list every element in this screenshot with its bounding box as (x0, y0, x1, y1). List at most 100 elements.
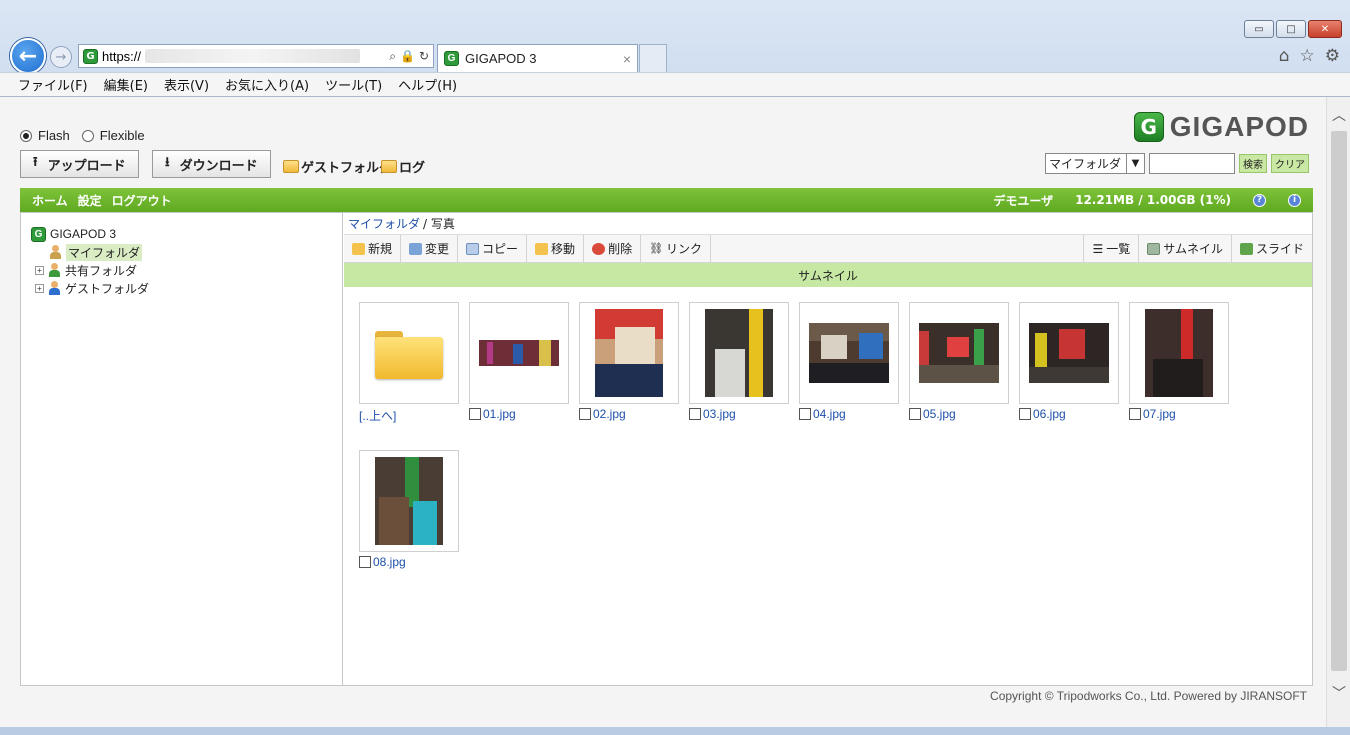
browser-toolbar-icons: ⌂ ☆ ⚙ (1279, 46, 1340, 66)
file-checkbox[interactable] (1129, 408, 1141, 420)
download-button[interactable]: ⭳ ダウンロード (152, 150, 271, 178)
file-checkbox[interactable] (469, 408, 481, 420)
lock-icon[interactable]: 🔒 (400, 49, 415, 64)
tree-item-my-folder[interactable]: マイフォルダ (31, 243, 342, 261)
home-icon[interactable]: ⌂ (1279, 46, 1290, 66)
menu-tools[interactable]: ツール(T) (325, 75, 382, 94)
link-label: リンク (666, 242, 703, 256)
scroll-down-icon[interactable]: ﹀ (1332, 683, 1346, 703)
tile-file[interactable]: 02.jpg (579, 302, 679, 424)
mode-flash-radio[interactable] (20, 129, 32, 142)
menu-view[interactable]: 表示(V) (164, 75, 209, 94)
log-link[interactable]: ログ (381, 157, 425, 176)
file-name[interactable]: 04.jpg (813, 407, 846, 421)
tile-file[interactable]: 04.jpg (799, 302, 899, 424)
tile-file[interactable]: 03.jpg (689, 302, 789, 424)
nav-logout[interactable]: ログアウト (112, 192, 172, 209)
view-slide-button[interactable]: スライド (1230, 235, 1312, 262)
page-content: Flash Flexible ⭱ アップロード ⭳ ダウンロード ゲストフォルダ… (0, 97, 1326, 727)
move-button[interactable]: 移動 (527, 235, 585, 262)
folder-tree: G GIGAPOD 3 マイフォルダ + 共有フォルダ + ゲストフォルダ (21, 213, 343, 685)
photo-thumbnail[interactable] (919, 323, 999, 383)
favorites-star-icon[interactable]: ☆ (1300, 46, 1315, 66)
rename-button[interactable]: 変更 (401, 235, 459, 262)
scroll-up-icon[interactable]: ︿ (1332, 105, 1346, 125)
file-name[interactable]: 05.jpg (923, 407, 956, 421)
photo-thumbnail[interactable] (809, 323, 889, 383)
refresh-icon[interactable]: ↻ (419, 49, 429, 64)
mode-flexible-radio[interactable] (81, 129, 94, 142)
file-name[interactable]: 03.jpg (703, 407, 736, 421)
user-name: デモユーザ (993, 193, 1054, 208)
help-icon[interactable]: ? (1253, 193, 1266, 207)
forward-arrow-icon[interactable]: → (50, 46, 72, 68)
nav-settings[interactable]: 設定 (78, 192, 102, 209)
tile-file[interactable]: 08.jpg (359, 450, 459, 569)
file-checkbox[interactable] (689, 408, 701, 420)
search-icon[interactable]: ⌕ (389, 49, 396, 64)
gigapod-logo-text: GIGAPOD (1169, 111, 1309, 142)
link-button[interactable]: ⛓ リンク (641, 235, 712, 262)
tile-file[interactable]: 07.jpg (1129, 302, 1229, 424)
photo-thumbnail[interactable] (1145, 309, 1213, 397)
file-checkbox[interactable] (359, 556, 371, 568)
expand-icon[interactable]: + (35, 265, 44, 275)
file-name[interactable]: 08.jpg (373, 555, 406, 569)
guest-folder-link[interactable]: ゲストフォルダ (283, 157, 392, 176)
menu-edit[interactable]: 編集(E) (104, 75, 148, 94)
view-list-label: 一覧 (1106, 242, 1131, 256)
tile-file[interactable]: 06.jpg (1019, 302, 1119, 424)
scrollbar-thumb[interactable] (1331, 131, 1347, 671)
info-icon[interactable]: i (1288, 193, 1301, 207)
photo-thumbnail[interactable] (595, 309, 663, 397)
page-scrollbar[interactable]: ︿ ﹀ (1326, 97, 1350, 727)
tree-item-guest-folder[interactable]: + ゲストフォルダ (31, 279, 342, 297)
footer-copyright: Copyright © Tripodworks Co., Ltd. Powere… (990, 689, 1307, 703)
search-button[interactable]: 検索 (1239, 154, 1267, 173)
clear-button[interactable]: クリア (1271, 154, 1309, 173)
menu-help[interactable]: ヘルプ(H) (398, 75, 457, 94)
file-name[interactable]: 07.jpg (1143, 407, 1176, 421)
tile-file[interactable]: 05.jpg (909, 302, 1009, 424)
view-thumbnail-button[interactable]: サムネイル (1138, 235, 1231, 262)
breadcrumb-my-folder[interactable]: マイフォルダ (348, 215, 420, 232)
photo-thumbnail[interactable] (479, 340, 559, 366)
upload-button[interactable]: ⭱ アップロード (20, 150, 139, 178)
file-name[interactable]: 02.jpg (593, 407, 626, 421)
browser-tab[interactable]: G GIGAPOD 3 × (437, 44, 638, 72)
new-folder-button[interactable]: 新規 (344, 235, 402, 262)
file-name[interactable]: 06.jpg (1033, 407, 1066, 421)
menu-favorites[interactable]: お気に入り(A) (225, 75, 309, 94)
delete-button[interactable]: 削除 (584, 235, 642, 262)
file-checkbox[interactable] (1019, 408, 1031, 420)
up-folder-link[interactable]: [..上へ] (359, 407, 396, 424)
minimize-button[interactable]: ▭ (1244, 20, 1274, 38)
photo-thumbnail[interactable] (705, 309, 773, 397)
tree-root[interactable]: G GIGAPOD 3 (31, 225, 342, 243)
folder-scope-select[interactable]: マイフォルダ ▼ (1045, 153, 1145, 174)
file-name[interactable]: 01.jpg (483, 407, 516, 421)
close-window-button[interactable]: ✕ (1308, 20, 1342, 38)
view-list-button[interactable]: ☰ 一覧 (1083, 235, 1138, 262)
copy-button[interactable]: コピー (458, 235, 528, 262)
address-url-redacted (145, 49, 361, 63)
search-input[interactable] (1149, 153, 1235, 174)
nav-home[interactable]: ホーム (32, 192, 68, 209)
expand-icon[interactable]: + (35, 283, 44, 293)
address-bar[interactable]: G https:// ⌕ 🔒 ↻ (78, 44, 434, 68)
back-arrow-icon[interactable]: ← (10, 38, 46, 74)
move-folder-icon (535, 242, 549, 255)
photo-thumbnail[interactable] (1029, 323, 1109, 383)
photo-thumbnail[interactable] (375, 457, 443, 545)
new-tab-button[interactable] (639, 44, 667, 72)
tree-item-shared-folder[interactable]: + 共有フォルダ (31, 261, 342, 279)
menu-file[interactable]: ファイル(F) (18, 75, 88, 94)
file-checkbox[interactable] (909, 408, 921, 420)
tile-parent-folder[interactable]: [..上へ] (359, 302, 459, 424)
settings-gear-icon[interactable]: ⚙ (1325, 46, 1340, 66)
file-checkbox[interactable] (579, 408, 591, 420)
tab-close-icon[interactable]: × (623, 51, 631, 67)
maximize-button[interactable]: □ (1276, 20, 1306, 38)
file-checkbox[interactable] (799, 408, 811, 420)
tile-file[interactable]: 01.jpg (469, 302, 569, 424)
